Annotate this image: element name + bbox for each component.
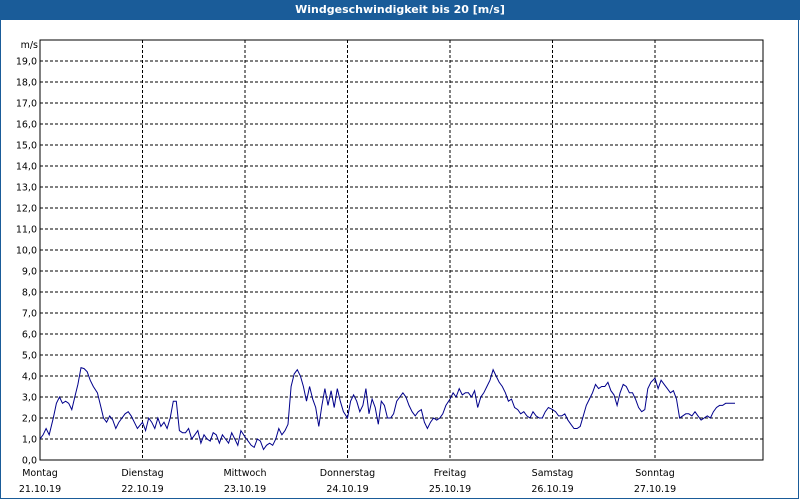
x-tick-day: Freitag: [434, 468, 467, 479]
x-tick-date: 25.10.19: [429, 484, 471, 495]
x-axis-ticks: Montag 21.10.19 Dienstag 22.10.19 Mittwoch 23…: [19, 468, 676, 495]
y-tick-label: 13,0: [16, 183, 37, 194]
y-tick-label: 3,0: [22, 393, 37, 404]
x-tick-date: 27.10.19: [634, 484, 676, 495]
x-tick-day: Dienstag: [121, 468, 163, 479]
y-tick-label: 4,0: [22, 372, 37, 383]
x-tick-day: Donnerstag: [320, 468, 375, 479]
x-tick-date: 21.10.19: [19, 484, 61, 495]
y-tick-label: 19,0: [16, 57, 37, 68]
y-tick-label: 12,0: [16, 204, 37, 215]
grid: [40, 40, 763, 460]
series-layer: [39, 366, 735, 451]
x-tick-day: Samstag: [532, 468, 574, 479]
x-tick-date: 23.10.19: [224, 484, 266, 495]
x-tick-day: Mittwoch: [223, 468, 266, 479]
y-axis-ticks: 0,0 1,0 2,0 3,0 4,0 5,0 6,0 7,0 8,0 9,0 10,0 11,0 12…: [16, 57, 37, 467]
x-tick-day: Montag: [22, 468, 58, 479]
y-tick-label: 5,0: [22, 351, 37, 362]
y-tick-label: 8,0: [22, 288, 37, 299]
y-tick-label: 11,0: [16, 225, 37, 236]
y-tick-label: 17,0: [16, 99, 37, 110]
y-tick-label: 14,0: [16, 162, 37, 173]
x-tick-date: 26.10.19: [531, 484, 573, 495]
y-tick-label: 9,0: [22, 267, 37, 278]
y-tick-label: 16,0: [16, 120, 37, 131]
y-tick-label: 15,0: [16, 141, 37, 152]
y-tick-label: 10,0: [16, 246, 37, 257]
y-tick-label: 6,0: [22, 330, 37, 341]
y-axis-label: m/s: [21, 40, 38, 51]
y-tick-label: 7,0: [22, 309, 37, 320]
x-tick-date: 24.10.19: [326, 484, 368, 495]
x-tick-day: Sonntag: [635, 468, 674, 479]
series-line: [39, 366, 735, 451]
y-tick-label: 18,0: [16, 78, 37, 89]
x-tick-date: 22.10.19: [121, 484, 163, 495]
y-tick-label: 0,0: [22, 456, 37, 467]
y-tick-label: 1,0: [22, 435, 37, 446]
chart-plot: 0,0 1,0 2,0 3,0 4,0 5,0 6,0 7,0 8,0 9,0 10,0 11,0 12…: [16, 39, 764, 495]
y-tick-label: 2,0: [22, 414, 37, 425]
